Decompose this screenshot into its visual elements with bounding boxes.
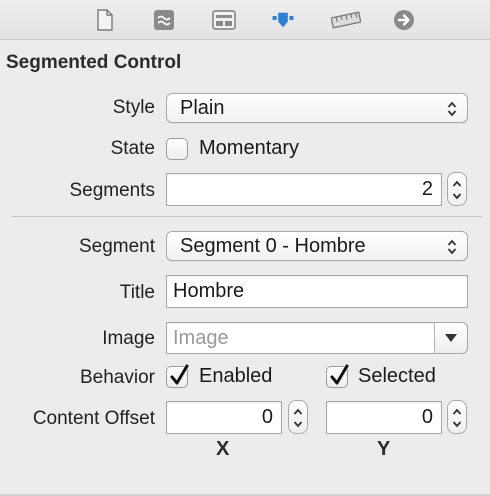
momentary-label: Momentary — [199, 137, 300, 159]
checkmark-icon — [330, 364, 349, 385]
momentary-checkbox[interactable] — [166, 138, 188, 160]
inspector-toolbar — [0, 0, 490, 40]
image-combo-button[interactable] — [434, 322, 468, 354]
enabled-label: Enabled — [199, 365, 273, 387]
offset-y-label: Y — [377, 438, 391, 460]
stepper-arrows-icon — [452, 180, 462, 200]
identity-icon[interactable] — [212, 8, 236, 32]
stepper-arrows-icon — [452, 408, 462, 428]
selected-checkbox[interactable] — [326, 364, 349, 388]
popup-arrows-icon — [447, 101, 457, 117]
image-combo-field[interactable]: Image — [166, 322, 435, 354]
section-divider — [12, 216, 482, 217]
file-icon[interactable] — [93, 8, 117, 32]
enabled-checkbox[interactable] — [166, 364, 189, 388]
chevron-down-icon — [445, 334, 457, 342]
style-label: Style — [112, 97, 155, 118]
title-label: Title — [119, 282, 155, 303]
segments-stepper[interactable] — [447, 172, 467, 206]
content-offset-label: Content Offset — [32, 408, 155, 429]
offset-x-stepper[interactable] — [288, 400, 308, 434]
offset-y-field[interactable]: 0 — [326, 401, 442, 434]
segment-label: Segment — [78, 236, 155, 257]
segments-count-field[interactable]: 2 — [166, 173, 442, 206]
segment-popup[interactable]: Segment 0 - Hombre — [166, 231, 468, 261]
offset-y-stepper[interactable] — [447, 400, 467, 434]
popup-arrows-icon — [447, 239, 457, 255]
image-label: Image — [102, 328, 155, 349]
quick-help-icon[interactable] — [152, 8, 176, 32]
attributes-icon[interactable] — [271, 8, 295, 32]
behavior-label: Behavior — [80, 367, 155, 388]
style-popup-value: Plain — [180, 97, 225, 119]
offset-x-field[interactable]: 0 — [166, 401, 282, 434]
section-title: Segmented Control — [6, 52, 182, 73]
connections-arrow-icon[interactable] — [392, 8, 416, 32]
segments-label: Segments — [69, 180, 155, 201]
segment-popup-value: Segment 0 - Hombre — [180, 235, 366, 257]
style-popup[interactable]: Plain — [166, 93, 468, 123]
size-ruler-icon[interactable] — [331, 8, 361, 32]
offset-x-label: X — [216, 438, 230, 460]
stepper-arrows-icon — [293, 408, 303, 428]
title-field[interactable]: Hombre — [166, 275, 468, 308]
state-label: State — [110, 138, 155, 159]
selected-label: Selected — [358, 365, 436, 387]
checkmark-icon — [170, 364, 189, 385]
